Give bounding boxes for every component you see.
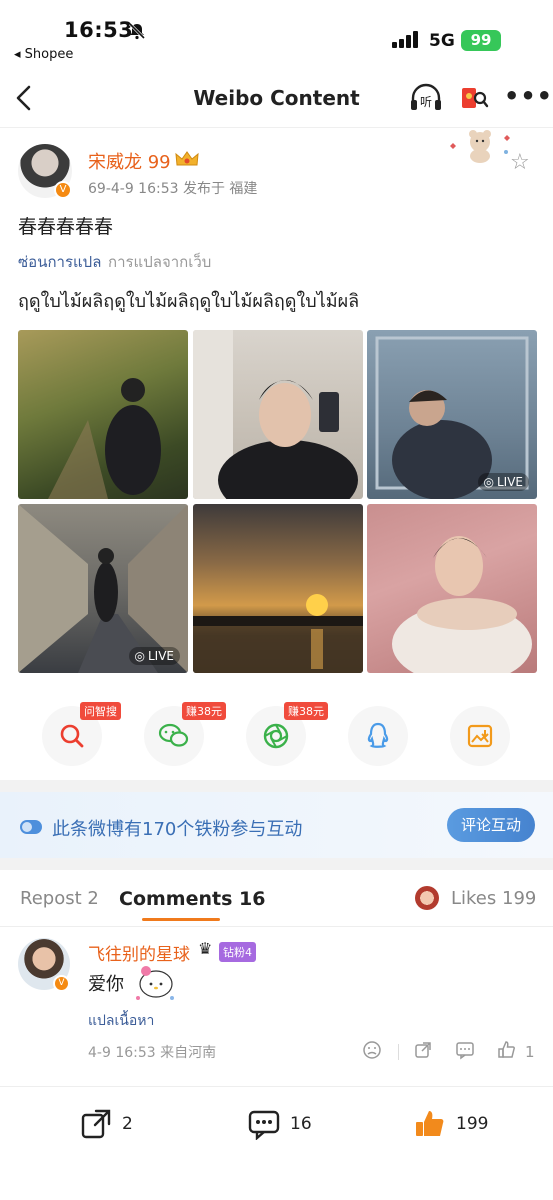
comment-icon — [248, 1110, 280, 1140]
comment-like-icon[interactable] — [497, 1040, 519, 1064]
photo-4[interactable]: ◎ LIVE — [18, 504, 188, 673]
qq-share-button[interactable] — [348, 706, 408, 766]
fans-banner-text: 此条微博有170个铁粉参与互动 — [52, 819, 303, 840]
bottom-action-bar — [0, 1086, 553, 1200]
mute-bell-icon — [128, 22, 146, 44]
like-count: 199 — [456, 1114, 489, 1134]
navigation-bar: Weibo Content 听 ••• — [0, 72, 553, 128]
divider — [398, 1044, 399, 1060]
crown-icon: ♛ — [198, 939, 213, 958]
live-icon: ◎ — [134, 649, 145, 663]
moments-share-button[interactable]: 赚38元 — [246, 702, 328, 766]
post-text: 春春春春春 — [18, 216, 114, 238]
clock: 16:53 — [64, 18, 134, 42]
photo-6[interactable] — [367, 504, 537, 673]
save-image-icon — [467, 724, 493, 748]
photo-3[interactable]: ◎ LIVE — [367, 330, 537, 499]
comment-interact-button[interactable]: 评论互动 — [447, 808, 535, 842]
tab-likes[interactable]: Likes 199 — [451, 888, 536, 909]
signal-icon — [392, 30, 422, 48]
share-actions: 问智搜 赚38元 赚38元 — [0, 702, 553, 770]
repost-button[interactable]: 2 — [80, 1108, 133, 1140]
comment-text: 爱你 — [88, 974, 124, 995]
vip-crown-icon — [174, 149, 200, 173]
hide-translation-link[interactable]: ซ่อนการแปล — [18, 250, 101, 274]
qq-icon — [367, 722, 389, 748]
forward-icon[interactable] — [413, 1040, 435, 1064]
tab-comments[interactable]: Comments 16 — [119, 888, 265, 910]
bear-decoration-icon — [444, 126, 516, 164]
verified-badge-icon: V — [53, 975, 70, 992]
translation-source: การแปลจากเว็บ — [108, 253, 212, 271]
share-tag: 赚38元 — [284, 702, 328, 720]
likes-avatar — [415, 886, 439, 910]
network-type: 5G — [429, 31, 455, 51]
fans-toggle-icon — [20, 820, 42, 834]
tab-divider — [0, 926, 553, 927]
section-divider — [0, 858, 553, 870]
wechat-icon — [158, 723, 189, 747]
repost-icon — [81, 1109, 111, 1139]
fan-level-badge: 钻粉4 — [219, 942, 256, 962]
comment-meta: 4-9 16:53 来自河南 — [88, 1045, 217, 1061]
repost-count: 2 — [122, 1114, 133, 1134]
comment-button[interactable]: 16 — [248, 1108, 312, 1140]
ask-search-button[interactable]: 问智搜 — [42, 702, 121, 766]
dislike-face-icon[interactable] — [362, 1040, 384, 1064]
comment-like-count: 1 — [525, 1043, 535, 1061]
comment-actions: 1 — [362, 1040, 535, 1064]
save-image-button[interactable] — [450, 706, 510, 766]
svg-text:听: 听 — [420, 95, 432, 109]
thumbs-up-icon — [416, 1111, 444, 1136]
live-badge: ◎ LIVE — [128, 647, 180, 665]
hello-kitty-sticker-icon — [132, 962, 178, 1004]
tab-repost[interactable]: Repost 2 — [20, 888, 99, 909]
author-name[interactable]: 宋威龙 99 — [88, 148, 171, 174]
translated-text: ฤดูใบไม้ผลิฤดูใบไม้ผลิฤดูใบไม้ผลิฤดูใบไม… — [18, 291, 360, 312]
battery-icon: 99 — [461, 30, 501, 51]
headphones-icon[interactable]: 听 — [408, 82, 444, 114]
photo-5[interactable] — [193, 504, 363, 673]
verified-badge-icon: V — [54, 181, 72, 199]
back-to-app-link[interactable]: ◂ Shopee — [14, 47, 73, 62]
search-icon — [60, 724, 84, 748]
share-tag: 问智搜 — [80, 702, 121, 720]
like-button[interactable]: 199 — [414, 1108, 488, 1140]
photo-grid: ◎ LIVE ◎ LIVE — [18, 330, 537, 673]
photo-2[interactable] — [193, 330, 363, 499]
favorite-star-icon[interactable]: ☆ — [510, 150, 530, 175]
translate-comment-link[interactable]: แปลเนื้อหา — [88, 1010, 154, 1032]
more-options-icon[interactable]: ••• — [504, 82, 552, 114]
status-bar: 16:53 ◂ Shopee 5G 99 — [0, 0, 553, 72]
section-divider — [0, 780, 553, 792]
red-packet-search-icon[interactable] — [458, 82, 490, 114]
wechat-share-button[interactable]: 赚38元 — [144, 702, 226, 766]
comment-count: 16 — [290, 1114, 312, 1134]
live-icon: ◎ — [483, 475, 494, 489]
moments-icon — [263, 723, 289, 749]
active-tab-indicator — [142, 918, 220, 921]
share-tag: 赚38元 — [182, 702, 226, 720]
live-badge: ◎ LIVE — [477, 473, 529, 491]
reply-icon[interactable] — [455, 1040, 477, 1064]
photo-1[interactable] — [18, 330, 188, 499]
post-meta: 69-4-9 16:53 发布于 福建 — [88, 181, 258, 197]
